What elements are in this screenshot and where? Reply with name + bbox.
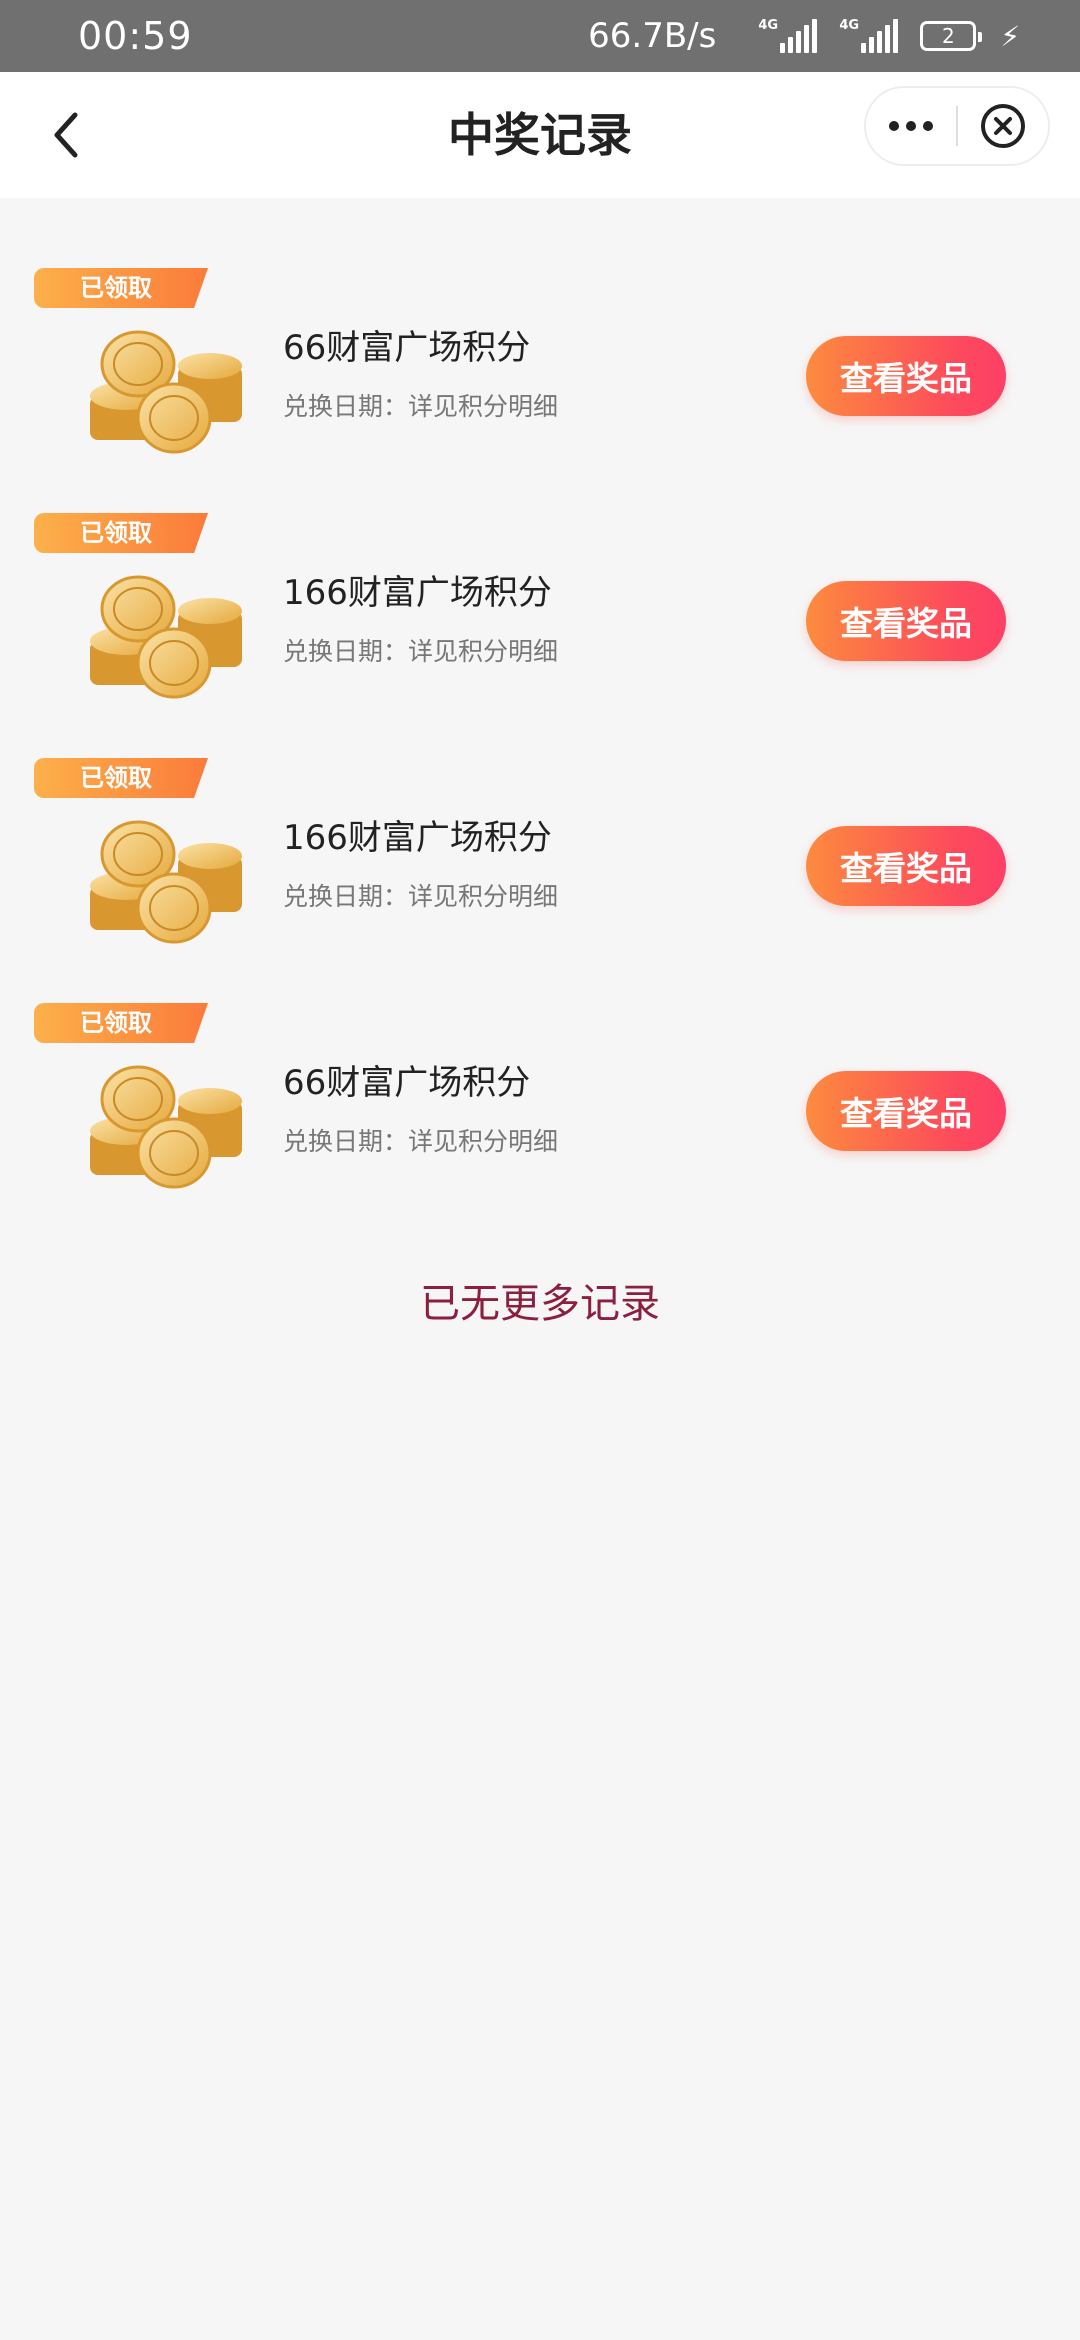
view-prize-button[interactable]: 查看奖品 bbox=[806, 826, 1006, 906]
close-button[interactable] bbox=[958, 88, 1048, 164]
record-date: 兑换日期：详见积分明细 bbox=[283, 1127, 559, 1156]
record-date: 兑换日期：详见积分明细 bbox=[283, 882, 559, 911]
record-title: 166财富广场积分 bbox=[283, 573, 552, 613]
mini-program-capsule bbox=[864, 86, 1050, 166]
record-item: 已领取 166财富广场积分 兑换日期：详见积分明细 查看奖品 bbox=[0, 513, 1080, 758]
claimed-badge: 已领取 bbox=[34, 1003, 208, 1043]
record-item: 已领取 66财富广场积分 兑换日期：详见积分明细 查看奖品 bbox=[0, 268, 1080, 513]
status-bar: 00:59 66.7B/s 4G 4G 2 ⚡ bbox=[0, 0, 1080, 72]
claimed-badge: 已领取 bbox=[34, 758, 208, 798]
claimed-badge: 已领取 bbox=[34, 513, 208, 553]
charging-icon: ⚡ bbox=[1000, 19, 1020, 53]
status-indicators: 66.7B/s 4G 4G 2 ⚡ bbox=[588, 16, 1020, 56]
gold-coins-icon bbox=[90, 1065, 242, 1189]
signal-icon-2: 4G bbox=[839, 19, 899, 53]
view-prize-button[interactable]: 查看奖品 bbox=[806, 1071, 1006, 1151]
record-title: 66财富广场积分 bbox=[283, 328, 531, 368]
record-title: 66财富广场积分 bbox=[283, 1063, 531, 1103]
more-dots-icon bbox=[889, 121, 933, 131]
network-speed: 66.7B/s bbox=[588, 16, 717, 56]
signal-icon-1: 4G bbox=[758, 19, 818, 53]
status-time: 00:59 bbox=[78, 14, 193, 58]
view-prize-button[interactable]: 查看奖品 bbox=[806, 336, 1006, 416]
gold-coins-icon bbox=[90, 820, 242, 944]
view-prize-button[interactable]: 查看奖品 bbox=[806, 581, 1006, 661]
record-date: 兑换日期：详见积分明细 bbox=[283, 392, 559, 421]
no-more-records-text: 已无更多记录 bbox=[420, 1281, 660, 1327]
close-circle-icon bbox=[980, 104, 1025, 148]
record-title: 166财富广场积分 bbox=[283, 818, 552, 858]
claimed-badge: 已领取 bbox=[34, 268, 208, 308]
record-item: 已领取 166财富广场积分 兑换日期：详见积分明细 查看奖品 bbox=[0, 758, 1080, 1003]
gold-coins-icon bbox=[90, 330, 242, 454]
nav-bar: 中奖记录 bbox=[0, 72, 1080, 198]
record-date: 兑换日期：详见积分明细 bbox=[283, 637, 559, 666]
more-button[interactable] bbox=[866, 88, 956, 164]
battery-level: 2 bbox=[941, 24, 955, 48]
battery-icon: 2 bbox=[920, 21, 983, 51]
gold-coins-icon bbox=[90, 575, 242, 699]
record-item: 已领取 66财富广场积分 兑换日期：详见积分明细 查看奖品 bbox=[0, 1003, 1080, 1248]
